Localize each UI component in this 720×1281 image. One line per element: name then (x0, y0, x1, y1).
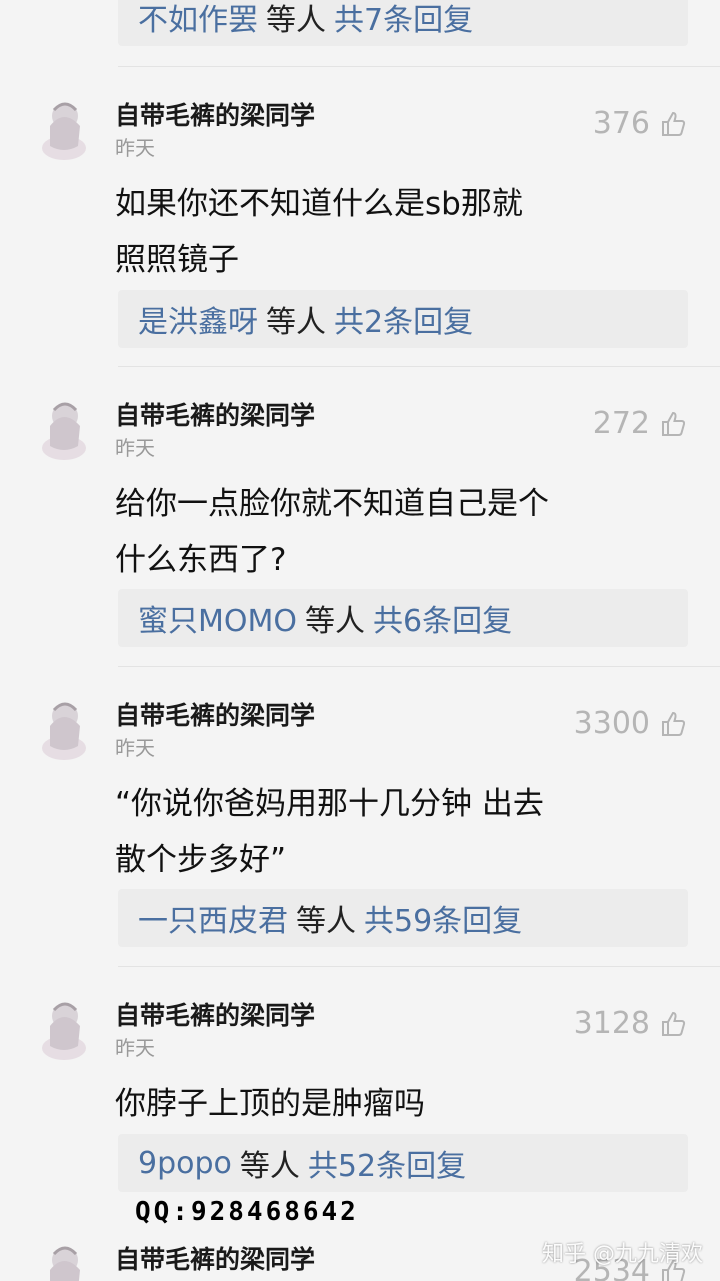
reply-count-link[interactable]: 共7条回复 (334, 0, 473, 39)
comment-time: 昨天 (115, 436, 155, 460)
divider (118, 666, 720, 667)
comment-time: 昨天 (115, 736, 155, 760)
comment-line: 给你一点脸你就不知道自己是个 (115, 486, 549, 522)
like-count: 3300 (573, 706, 650, 741)
reply-summary[interactable]: 是洪鑫呀 等人 共2条回复 (118, 290, 688, 348)
reply-author-link[interactable]: 蜜只MOMO (138, 596, 297, 640)
reply-author-link[interactable]: 9popo (138, 1146, 232, 1181)
divider (118, 66, 720, 67)
reply-author-link[interactable]: 是洪鑫呀 (138, 297, 258, 341)
comment-body: 如果你还不知道什么是sb那就 照照镜子 (115, 176, 675, 288)
comment-line: 你脖子上顶的是肿瘤吗 (115, 1086, 425, 1122)
comment-time: 昨天 (115, 136, 155, 160)
comment-body: 给你一点脸你就不知道自己是个 什么东西了? (115, 476, 675, 588)
like-button[interactable]: 3300 (574, 706, 686, 741)
thumbs-up-icon (662, 111, 686, 136)
thumbs-up-icon (662, 411, 686, 436)
zhihu-watermark: 知乎 @九九清欢 (542, 1242, 703, 1267)
comment-time: 昨天 (115, 1036, 155, 1060)
reply-summary[interactable]: 一只西皮君 等人 共59条回复 (118, 889, 688, 947)
divider (118, 366, 720, 367)
thumbs-up-icon (662, 711, 686, 736)
user-avatar[interactable] (40, 696, 88, 760)
reply-summary[interactable]: 9popo 等人 共52条回复 (118, 1134, 688, 1192)
reply-author-link[interactable]: 一只西皮君 (138, 896, 288, 940)
like-button[interactable]: 3128 (574, 1006, 686, 1041)
comment-line: 什么东西了? (115, 542, 287, 578)
like-count: 3128 (573, 1006, 650, 1041)
comment-username[interactable]: 自带毛裤的梁同学 (115, 96, 315, 132)
like-count: 376 (592, 106, 650, 141)
reply-mid-text: 等人 (266, 305, 326, 340)
comment-line: 散个步多好” (115, 842, 287, 878)
reply-mid-text: 等人 (305, 604, 365, 639)
reply-author-link[interactable]: 不如作罢 (138, 0, 258, 39)
comment-line: 照照镜子 (115, 242, 239, 278)
comment-body: “你说你爸妈用那十几分钟 出去 散个步多好” (115, 776, 675, 888)
divider (118, 966, 720, 967)
like-count: 272 (592, 406, 650, 441)
reply-count-link[interactable]: 共52条回复 (308, 1141, 466, 1185)
thumbs-up-icon (662, 1011, 686, 1036)
comment-line: 如果你还不知道什么是sb那就 (115, 186, 523, 222)
comment-body: 你脖子上顶的是肿瘤吗 (115, 1076, 675, 1132)
reply-summary-top[interactable]: 不如作罢 等人 共7条回复 (118, 0, 688, 46)
reply-count-link[interactable]: 共6条回复 (373, 596, 512, 640)
qq-overlay-text: QQ:928468642 (135, 1197, 359, 1227)
reply-mid-text: 等人 (266, 3, 326, 38)
reply-summary[interactable]: 蜜只MOMO 等人 共6条回复 (118, 589, 688, 647)
reply-count-link[interactable]: 共2条回复 (334, 297, 473, 341)
comment-line: “你说你爸妈用那十几分钟 出去 (115, 786, 544, 822)
user-avatar[interactable] (40, 996, 88, 1060)
comment-username[interactable]: 自带毛裤的梁同学 (115, 396, 315, 432)
reply-mid-text: 等人 (239, 1149, 300, 1184)
comment-username[interactable]: 自带毛裤的梁同学 (115, 696, 315, 732)
comment-username[interactable]: 自带毛裤的梁同学 (115, 996, 315, 1032)
user-avatar[interactable] (40, 396, 88, 460)
like-button[interactable]: 376 (593, 106, 686, 141)
reply-count-link[interactable]: 共59条回复 (364, 896, 522, 940)
reply-mid-text: 等人 (296, 904, 356, 939)
like-button[interactable]: 272 (593, 406, 686, 441)
user-avatar[interactable] (40, 1240, 88, 1281)
comment-username[interactable]: 自带毛裤的梁同学 (115, 1240, 315, 1276)
user-avatar[interactable] (40, 96, 88, 160)
